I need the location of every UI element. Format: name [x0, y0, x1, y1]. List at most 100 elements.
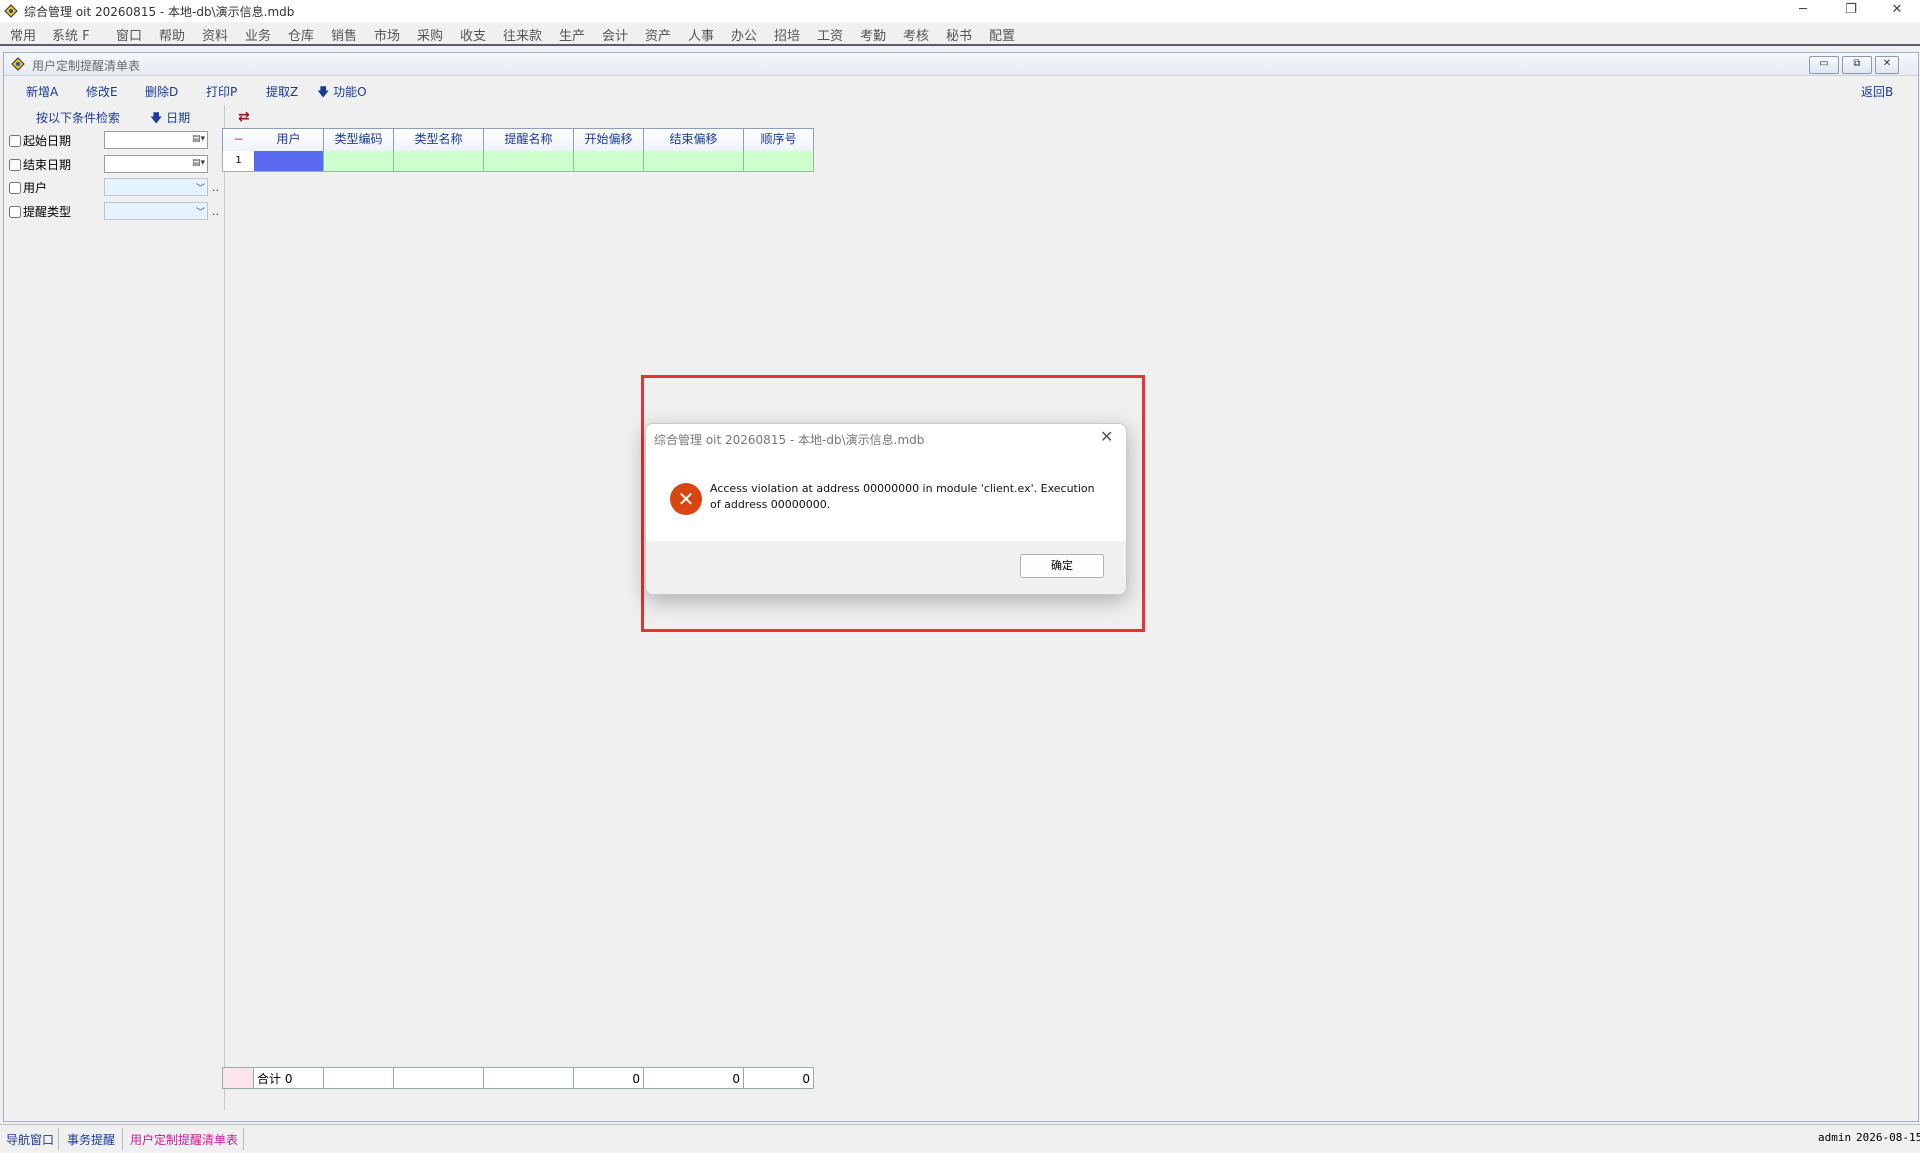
menu-item[interactable]: 招培: [774, 25, 800, 44]
arrow-down-icon: 🡇: [317, 85, 330, 99]
tab-task-reminder[interactable]: 事务提醒: [67, 1131, 115, 1148]
menu-item[interactable]: 资料: [202, 25, 228, 44]
table-cell[interactable]: [744, 151, 814, 172]
function-button[interactable]: 🡇 功能O: [317, 83, 367, 104]
start-date-label: 起始日期: [23, 134, 72, 148]
menu-item[interactable]: 往来款: [503, 25, 542, 44]
date-sort-button[interactable]: 🡇 日期: [150, 109, 190, 130]
app-title-bar: 综合管理 oit 20260815 - 本地-db\演示信息.mdb ─ ❐ ✕: [0, 0, 1920, 22]
column-header-type-name[interactable]: 类型名称: [394, 128, 484, 152]
footer-total-label: 合计: [257, 1072, 282, 1086]
menu-item[interactable]: 会计: [602, 25, 628, 44]
menu-item[interactable]: 常用: [10, 25, 36, 44]
checkbox[interactable]: [9, 135, 21, 147]
row-selector-header[interactable]: −: [222, 128, 255, 152]
function-button-label: 功能O: [333, 85, 367, 99]
report-window-title-bar: 用户定制提醒清单表 ▭ ⧉ ✕: [4, 53, 1918, 76]
reminder-type-browse-button[interactable]: ..: [212, 205, 219, 218]
back-button[interactable]: 返回B: [1861, 83, 1893, 100]
end-date-picker[interactable]: ▤▾: [104, 155, 208, 173]
footer-cell: [394, 1067, 484, 1089]
reminder-type-checkbox[interactable]: 提醒类型: [9, 203, 71, 220]
window-icon: [11, 57, 25, 71]
menu-item[interactable]: 收支: [460, 25, 486, 44]
tab-user-reminder-list[interactable]: 用户定制提醒清单表: [130, 1131, 238, 1148]
window-restore-button[interactable]: ⧉: [1842, 56, 1872, 74]
user-label: 用户: [23, 181, 48, 195]
minimize-button[interactable]: ─: [1780, 0, 1826, 22]
menu-item[interactable]: 业务: [245, 25, 271, 44]
menu-item[interactable]: 工资: [817, 25, 843, 44]
arrow-down-icon: 🡇: [150, 111, 163, 125]
status-user: admin: [1818, 1131, 1852, 1144]
table-cell[interactable]: [574, 151, 644, 172]
menu-item[interactable]: 办公: [731, 25, 757, 44]
row-number[interactable]: 1: [222, 151, 255, 172]
filter-panel: 按以下条件检索 🡇 日期 起始日期 ▤▾ 结束日期 ▤▾ 用户 ﹀ .. 提醒类…: [9, 105, 225, 1110]
start-date-picker[interactable]: ▤▾: [104, 131, 208, 149]
report-window-title: 用户定制提醒清单表: [32, 59, 141, 73]
menu-item[interactable]: 销售: [331, 25, 357, 44]
restore-button[interactable]: ❐: [1828, 0, 1874, 22]
error-icon: ✕: [670, 483, 702, 515]
menu-item[interactable]: 窗口: [116, 25, 142, 44]
column-header-reminder-name[interactable]: 提醒名称: [484, 128, 574, 152]
menu-item[interactable]: 考核: [903, 25, 929, 44]
dialog-close-icon[interactable]: ✕: [1100, 427, 1113, 446]
end-date-checkbox[interactable]: 结束日期: [9, 156, 71, 173]
status-date: 2026-08-15: [1856, 1131, 1920, 1144]
checkbox[interactable]: [9, 182, 21, 194]
end-date-label: 结束日期: [23, 158, 72, 172]
chevron-down-icon[interactable]: ﹀: [196, 205, 205, 218]
menu-item[interactable]: 市场: [374, 25, 400, 44]
table-cell[interactable]: [254, 151, 324, 172]
menu-item[interactable]: 秘书: [946, 25, 972, 44]
calendar-dropdown-icon[interactable]: ▤▾: [192, 158, 205, 168]
column-header-user[interactable]: 用户: [254, 128, 324, 152]
checkbox[interactable]: [9, 206, 21, 218]
menu-item[interactable]: 人事: [688, 25, 714, 44]
table-cell[interactable]: [644, 151, 744, 172]
menu-item[interactable]: 采购: [417, 25, 443, 44]
add-button[interactable]: 新增A: [26, 83, 58, 100]
menu-item[interactable]: 配置: [989, 25, 1015, 44]
swap-columns-icon[interactable]: ⇄: [238, 109, 250, 125]
chevron-down-icon[interactable]: ﹀: [196, 181, 205, 194]
column-header-sequence[interactable]: 顺序号: [744, 128, 814, 152]
footer-cell: 0: [644, 1067, 744, 1089]
menu-item[interactable]: 系统 F: [52, 25, 90, 44]
menu-item[interactable]: 帮助: [159, 25, 185, 44]
print-button[interactable]: 打印P: [206, 83, 237, 100]
close-button[interactable]: ✕: [1874, 0, 1920, 22]
window-close-button[interactable]: ✕: [1875, 56, 1899, 74]
edit-button[interactable]: 修改E: [86, 83, 118, 100]
calendar-dropdown-icon[interactable]: ▤▾: [192, 134, 205, 144]
menu-item[interactable]: 考勤: [860, 25, 886, 44]
date-sort-label: 日期: [166, 111, 191, 125]
footer-cell: 0: [574, 1067, 644, 1089]
user-select[interactable]: ﹀: [104, 178, 208, 196]
tab-navigation-window[interactable]: 导航窗口: [6, 1131, 54, 1148]
table-cell[interactable]: [394, 151, 484, 172]
search-conditions-button[interactable]: 按以下条件检索: [36, 109, 120, 126]
divider: [122, 1128, 123, 1150]
table-cell[interactable]: [324, 151, 394, 172]
table-cell[interactable]: [484, 151, 574, 172]
ok-button[interactable]: 确定: [1020, 554, 1104, 578]
column-header-end-offset[interactable]: 结束偏移: [644, 128, 744, 152]
user-checkbox[interactable]: 用户: [9, 179, 47, 196]
checkbox[interactable]: [9, 159, 21, 171]
window-minimize-button[interactable]: ▭: [1809, 56, 1839, 74]
delete-button[interactable]: 删除D: [145, 83, 178, 100]
footer-selector: [222, 1067, 254, 1089]
reminder-type-select[interactable]: ﹀: [104, 202, 208, 220]
column-header-type-code[interactable]: 类型编码: [324, 128, 394, 152]
column-header-start-offset[interactable]: 开始偏移: [574, 128, 644, 152]
menu-item[interactable]: 仓库: [288, 25, 314, 44]
user-browse-button[interactable]: ..: [212, 181, 219, 194]
fetch-button[interactable]: 提取Z: [266, 83, 298, 100]
menu-item[interactable]: 生产: [559, 25, 585, 44]
menu-item[interactable]: 资产: [645, 25, 671, 44]
footer-cell: 0: [744, 1067, 814, 1089]
start-date-checkbox[interactable]: 起始日期: [9, 132, 71, 149]
